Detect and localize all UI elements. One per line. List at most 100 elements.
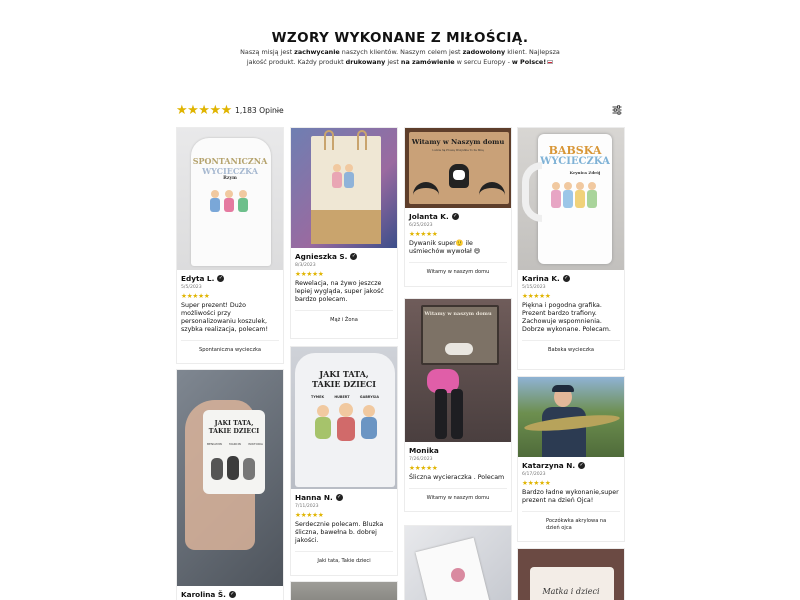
verified-icon: ✓ xyxy=(350,253,358,260)
review-card[interactable] xyxy=(290,581,398,600)
subtitle-text: Naszą misją jest zachwycanie naszych kli… xyxy=(240,48,560,66)
review-photo[interactable]: BABSKA WYCIECZKA Krynica Zdrój xyxy=(518,128,624,270)
image-caption: Krynica Zdrój xyxy=(569,170,601,175)
review-stars: ★★★★★ xyxy=(409,230,438,238)
review-photo[interactable] xyxy=(291,582,397,600)
review-text: Super prezent! Dużo możliwości przy pers… xyxy=(181,302,269,333)
review-text: Śliczna wycieraczka . Polecam xyxy=(409,474,505,481)
review-photo[interactable] xyxy=(291,128,397,248)
verified-icon: ✓ xyxy=(451,213,459,220)
image-caption: Witamy w naszym domu xyxy=(424,311,492,317)
image-caption: HUBERT xyxy=(334,395,350,399)
product-link[interactable]: Babska wycieczka xyxy=(522,340,620,354)
subtitle-fragment: na zamówienie xyxy=(400,57,455,66)
review-photo[interactable]: Matka i dzieci xyxy=(518,549,624,600)
subtitle-fragment: w sercu Europy - xyxy=(454,57,512,66)
reviewer-name: Jolanta K. xyxy=(409,212,449,221)
review-stars: ★★★★★ xyxy=(522,479,551,487)
product-link[interactable]: Jaki tata, Takie dzieci xyxy=(295,551,393,565)
review-date: 7/11/2023 xyxy=(295,504,319,509)
review-photo[interactable]: SPONTANICZNA WYCIECZKA Rzym xyxy=(177,128,283,270)
review-card[interactable]: Katarzyna N. ✓ 6/17/2023 ★★★★★ Bardzo ład… xyxy=(517,376,625,542)
review-card[interactable]: Agnieszka S. ✓ 8/3/2023 ★★★★★ Rewelacja, … xyxy=(290,127,398,339)
subtitle-fragment: drukowany xyxy=(345,57,386,66)
image-caption: MARCIN xyxy=(229,442,241,446)
verified-icon: ✓ xyxy=(335,494,343,501)
review-card[interactable]: JAKI TATA, TAKIE DZIECI TYMEK HUBERT GAB… xyxy=(290,346,398,576)
subtitle-fragment: Naszą misją jest xyxy=(240,48,295,56)
review-card[interactable]: Matka i dzieci xyxy=(517,548,625,600)
verified-icon: ✓ xyxy=(562,275,570,282)
review-card[interactable] xyxy=(404,525,512,600)
reviewer-name: Katarzyna N. xyxy=(522,461,576,470)
review-text: Rewelacja, na żywo jeszcze lepiej wygląd… xyxy=(295,280,384,303)
review-photo[interactable] xyxy=(518,377,624,457)
image-caption: JAKI TATA, xyxy=(319,369,369,379)
review-text: Serdecznie polecam. Bluzka śliczna, bawe… xyxy=(295,521,384,544)
review-date: 6/25/2023 xyxy=(409,223,433,228)
review-stars: ★★★★★ xyxy=(295,270,324,278)
rating-stars: ★★★★★ xyxy=(176,103,232,118)
image-caption: Ludzie Są Proszę Wszystkie To Ze Mną xyxy=(432,149,484,152)
review-photo[interactable] xyxy=(405,526,511,600)
image-caption: GABRYSIA xyxy=(359,395,379,399)
image-caption: Rzym xyxy=(223,176,237,181)
product-link[interactable]: Spontaniczna wycieczka xyxy=(181,340,279,354)
subtitle-fragment: jest xyxy=(385,57,401,66)
image-caption: WIKTORIA xyxy=(248,442,263,446)
image-caption: Matka i dzieci xyxy=(542,587,600,596)
image-caption: SPONTANICZNA xyxy=(192,156,268,166)
review-photo[interactable]: Witamy w Naszym domu Ludzie Są Proszę Ws… xyxy=(405,128,511,208)
reviewer-name: Edyta L. xyxy=(181,274,215,283)
image-caption: TAKIE DZIECI xyxy=(208,428,260,435)
sliders-icon[interactable] xyxy=(612,105,622,115)
review-stars: ★★★★★ xyxy=(295,511,324,519)
review-stars: ★★★★★ xyxy=(522,292,551,300)
review-photo[interactable]: JAKI TATA, TAKIE DZIECI TYMEK HUBERT GAB… xyxy=(291,347,397,489)
review-card[interactable]: Witamy w naszym domu Monika 7/26/2023 ★★… xyxy=(404,298,512,512)
subtitle-fragment: zachwycanie xyxy=(294,48,340,56)
reviews-toolbar: ★★★★★ 1,183 Opinie ⌄ xyxy=(176,104,624,118)
chevron-down-icon[interactable]: ⌄ xyxy=(274,107,281,114)
verified-icon: ✓ xyxy=(228,591,236,598)
product-link[interactable]: Witamy w naszym domu xyxy=(409,262,507,276)
review-text: Dywanik super🙂 ile uśmiechów wywołał 😄 xyxy=(409,240,481,255)
image-caption: WYCIECZKA xyxy=(540,156,610,167)
image-caption: TAKIE DZIECI xyxy=(311,379,377,389)
image-caption: Witamy w Naszym domu xyxy=(411,138,505,146)
product-link[interactable]: Poczókwka akrylowa na dzień ojca xyxy=(522,511,620,532)
reviewer-name: Agnieszka S. xyxy=(295,252,348,261)
review-date: 5/15/2023 xyxy=(522,285,546,290)
page-title: WZORY WYKONANE Z MIŁOŚCIĄ. xyxy=(271,30,529,46)
review-text: Piękna i pogodna grafika. Prezent bardzo… xyxy=(522,302,611,333)
review-card[interactable]: JAKI TATA, TAKIE DZIECI BENIAMIN MARCIN … xyxy=(176,369,284,600)
product-link[interactable]: Witamy w naszym domu xyxy=(409,488,507,502)
subtitle-fragment: naszych klientów. Naszym celem jest xyxy=(339,48,463,56)
image-caption: BENIAMIN xyxy=(207,442,222,446)
verified-icon: ✓ xyxy=(217,275,225,282)
image-caption: WYCIECZKA xyxy=(202,166,258,176)
image-caption: TYMEK xyxy=(311,395,325,399)
review-card[interactable]: SPONTANICZNA WYCIECZKA Rzym Edyta L. ✓ 5/… xyxy=(176,127,284,364)
review-date: 5/5/2023 xyxy=(181,285,202,290)
review-stars: ★★★★★ xyxy=(181,292,210,300)
review-photo[interactable]: JAKI TATA, TAKIE DZIECI BENIAMIN MARCIN … xyxy=(177,370,283,586)
review-date: 6/17/2023 xyxy=(522,472,546,477)
reviewer-name: Karolina Š. xyxy=(181,590,226,599)
product-link[interactable]: Mąż i Żona xyxy=(295,310,393,324)
review-date: 8/3/2023 xyxy=(295,263,316,268)
reviewer-name: Hanna N. xyxy=(295,493,333,502)
review-date: 7/26/2023 xyxy=(409,457,433,462)
verified-icon: ✓ xyxy=(578,462,586,469)
polish-flag-icon xyxy=(547,59,554,64)
review-stars: ★★★★★ xyxy=(409,464,438,472)
review-card[interactable]: BABSKA WYCIECZKA Krynica Zdrój Karina K.… xyxy=(517,127,625,370)
subtitle-fragment: w Polsce! xyxy=(511,57,547,66)
page-subtitle: Naszą misją jest zachwycanie naszych kli… xyxy=(240,48,560,67)
review-card[interactable]: Witamy w Naszym domu Ludzie Są Proszę Ws… xyxy=(404,127,512,287)
review-text: Bardzo ładne wykonanie,super prezent na … xyxy=(522,489,619,504)
reviewer-name: Karina K. xyxy=(522,274,560,283)
reviewer-name: Monika xyxy=(409,446,439,455)
review-photo[interactable]: Witamy w naszym domu xyxy=(405,299,511,442)
subtitle-fragment: zadowolony xyxy=(462,48,506,56)
